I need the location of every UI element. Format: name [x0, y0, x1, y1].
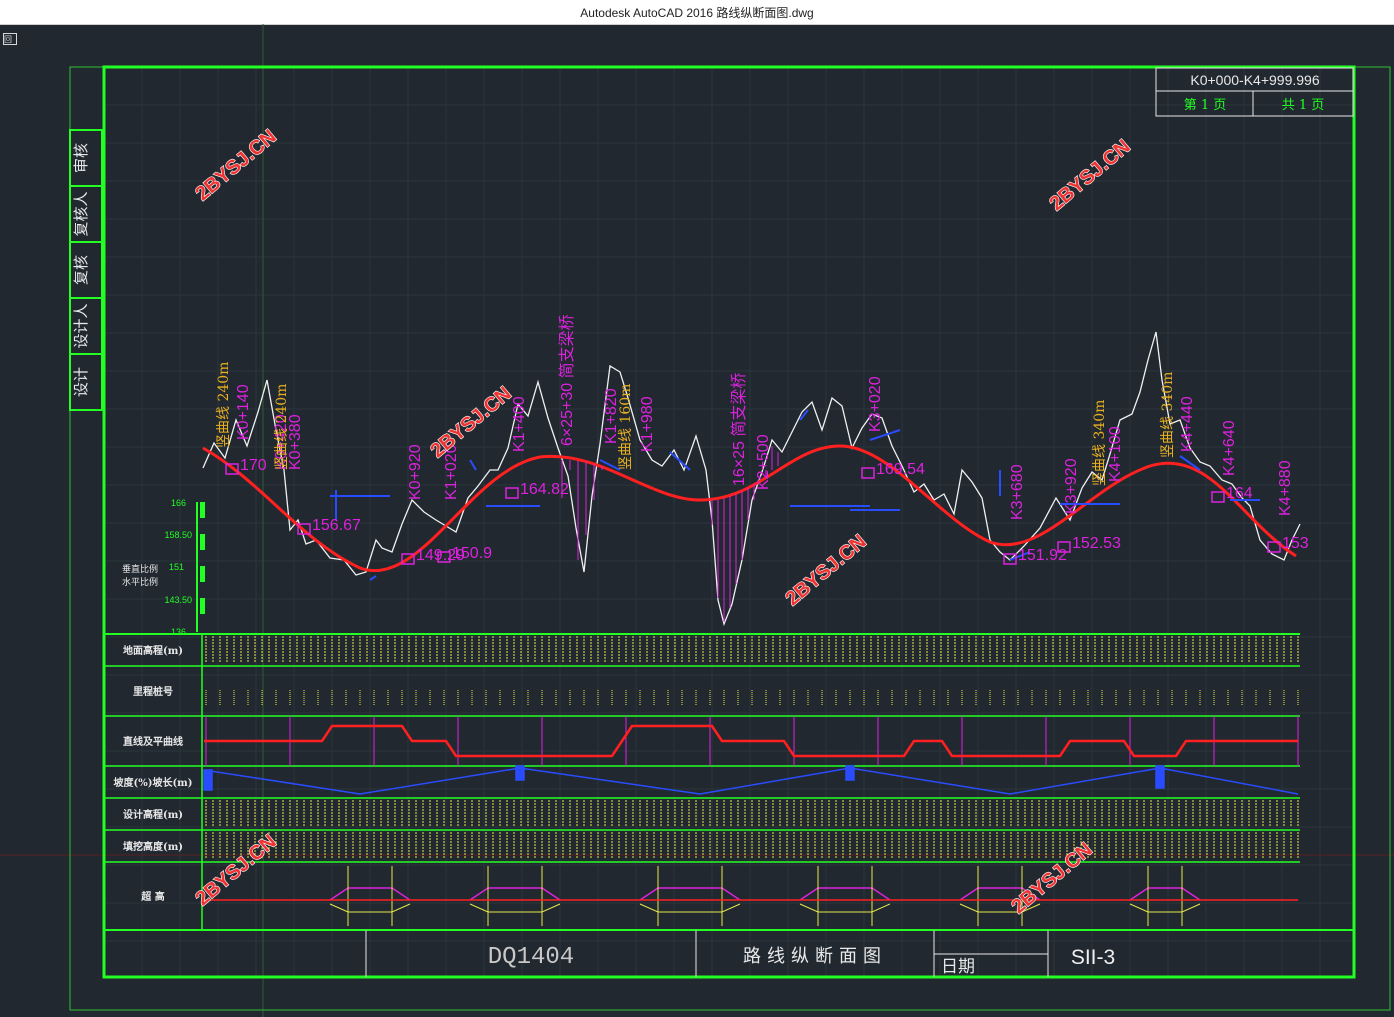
row-label-grade: 坡度(%)坡长(m): [113, 776, 192, 789]
watermark: 2BYSJ.CN: [192, 831, 281, 911]
elevation-marker: [505, 487, 519, 499]
side-label-design: 设计: [72, 367, 90, 397]
bridge-label: 16×25 简支梁桥: [730, 373, 748, 486]
page-number: 第 1 页: [1184, 98, 1227, 113]
station-label: K3+920: [1063, 458, 1080, 514]
scale-tick: 158.50: [164, 530, 192, 540]
scale-tick: 151: [169, 562, 184, 572]
superelevation-trace: [799, 903, 891, 913]
window-title-bar: Autodesk AutoCAD 2016 路线纵断面图.dwg: [0, 0, 1394, 25]
side-label-checker: 复核人: [72, 191, 90, 236]
curve-note: 竖曲线 240m: [274, 384, 290, 470]
sheet-id: SII-3: [1071, 946, 1115, 969]
drafting-grid: [103, 66, 1354, 977]
drawing-border: [102, 65, 1356, 979]
superelevation-trace: [639, 903, 741, 913]
station-label: K4+880: [1277, 460, 1294, 516]
elevation-label: 170: [240, 457, 267, 474]
profile-data-table: 地面高程(m) 里程桩号 直线及平曲线 坡度(%)坡长(m) 设计高程(m) 填…: [104, 633, 1354, 931]
window-title: Autodesk AutoCAD 2016 路线纵断面图.dwg: [580, 6, 814, 20]
elevation-label: 156.67: [312, 517, 361, 534]
elevation-label: 164: [1226, 485, 1253, 502]
station-label: K0+920: [407, 444, 424, 500]
drawing-canvas[interactable]: 审核 复核人 复核 设计人 设计 K0+000-K4+999.996 第 1 页…: [0, 24, 1394, 1017]
scale-tick: 143.50: [164, 595, 192, 605]
elevation-label: 164.82: [520, 481, 569, 498]
scale-tick: 136: [171, 627, 186, 637]
elevation-label: 169.54: [876, 461, 925, 478]
row-label-station: 里程桩号: [133, 685, 173, 698]
vertical-scale: 166 158.50 151 143.50 136 垂直比例 水平比例: [122, 498, 205, 637]
elevation-label: 153: [1282, 535, 1309, 552]
row-label-superelevation: 超 高: [140, 890, 164, 903]
station-label: K4+640: [1221, 420, 1238, 476]
watermark: 2BYSJ.CN: [1046, 136, 1135, 216]
horizontal-scale-label: 水平比例: [122, 576, 158, 588]
station-label: K2+500: [755, 434, 772, 490]
superelevation-trace: [799, 887, 891, 901]
elevation-label: 150.9: [452, 545, 492, 562]
range-box: K0+000-K4+999.996 第 1 页 共 1 页: [1155, 67, 1354, 117]
station-label: K3+020: [867, 376, 884, 432]
superelevation-trace: [1129, 887, 1201, 901]
drawing-number: DQ1404: [488, 944, 574, 971]
station-label: K3+680: [1009, 464, 1026, 520]
elevation-label: 152.53: [1072, 535, 1121, 552]
station-label: K4+440: [1179, 396, 1196, 452]
signature-column: 审核 复核人 复核 设计人 设计: [69, 129, 103, 411]
station-label: K1+400: [511, 396, 528, 452]
station-label: K4+100: [1107, 426, 1124, 482]
side-label-check: 复核: [72, 255, 90, 285]
row-label-design-elev: 设计高程(m): [123, 808, 183, 821]
scale-tick: 166: [171, 498, 186, 508]
row-label-cut-fill: 填挖高度(m): [123, 840, 183, 853]
elevation-marker: [1211, 491, 1225, 503]
superelevation-trace: [639, 887, 741, 901]
row-label-alignment: 直线及平曲线: [123, 735, 183, 748]
side-label-designer: 设计人: [72, 303, 90, 348]
profile-labels: 170156.67149.29150.9164.82169.54151.9215…: [216, 314, 1309, 565]
row-label-ground-elev: 地面高程(m): [123, 644, 183, 657]
curve-note: 竖曲线 340m: [1092, 400, 1108, 486]
elevation-label: 151.92: [1018, 547, 1067, 564]
title-block: DQ1404 路线纵断面图 日期 SII-3: [365, 930, 1115, 977]
profile-plot: 170156.67149.29150.9164.82169.54151.9215…: [202, 314, 1309, 627]
side-label-review: 审核: [72, 143, 90, 173]
watermark: 2BYSJ.CN: [1008, 839, 1097, 919]
station-label: K1+980: [639, 396, 656, 452]
drawing-title: 路线纵断面图: [743, 946, 887, 967]
superelevation-diagram: [204, 866, 1298, 926]
range-text: K0+000-K4+999.996: [1190, 72, 1319, 88]
curve-note: 竖曲线 240m: [216, 362, 232, 448]
curve-note: 竖曲线 160m: [618, 384, 634, 470]
curve-note: 竖曲线 340m: [1160, 372, 1176, 458]
ground-line: [202, 331, 1301, 627]
page-total: 共 1 页: [1282, 98, 1325, 113]
date-label: 日期: [941, 957, 975, 977]
station-label: K0+140: [235, 384, 252, 440]
bridge-label: 6×25+30 简支梁桥: [558, 314, 576, 446]
superelevation-trace: [1129, 903, 1201, 913]
watermark: 2BYSJ.CN: [192, 126, 281, 206]
watermark: 2BYSJ.CN: [427, 383, 516, 463]
vertical-scale-label: 垂直比例: [122, 563, 158, 575]
grade-diagram: [203, 765, 1299, 795]
